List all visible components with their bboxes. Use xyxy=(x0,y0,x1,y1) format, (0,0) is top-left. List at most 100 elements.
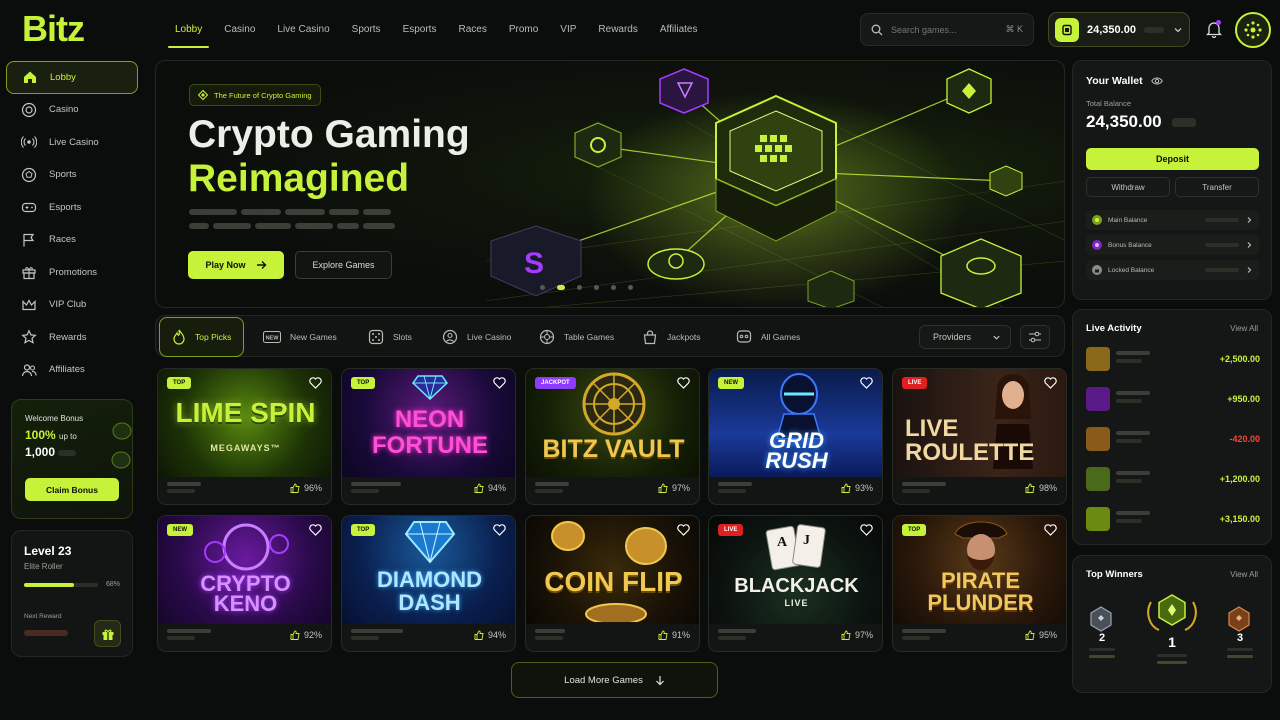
activity-row[interactable]: +2,500.00 xyxy=(1086,346,1260,372)
providers-select[interactable]: Providers xyxy=(919,325,1011,349)
carousel-dot[interactable] xyxy=(611,285,616,290)
header-balance[interactable]: 24,350.00 xyxy=(1048,12,1190,47)
diamond-icon xyxy=(404,521,456,564)
avatar[interactable] xyxy=(1235,12,1271,48)
sidebar-item-races[interactable]: Races xyxy=(6,224,138,257)
heart-icon[interactable] xyxy=(493,377,506,389)
heart-icon[interactable] xyxy=(1044,377,1057,389)
activity-user-blur xyxy=(1116,431,1223,447)
sidebar-item-lobby[interactable]: Lobby xyxy=(6,61,138,94)
bell-icon[interactable] xyxy=(1206,20,1222,38)
winner-rank-1[interactable]: 1 xyxy=(1143,592,1201,664)
heart-icon[interactable] xyxy=(309,377,322,389)
thumbs-up-icon xyxy=(658,483,668,493)
carousel-dot[interactable] xyxy=(628,285,633,290)
game-card-lime-spin[interactable]: LIME SPIN MEGAWAYS™ TOP 96% xyxy=(157,368,332,505)
heart-icon[interactable] xyxy=(677,524,690,536)
bonus-balance-row[interactable]: Bonus Balance xyxy=(1086,235,1259,255)
filter-button[interactable] xyxy=(1020,325,1050,349)
main-balance-row[interactable]: Main Balance xyxy=(1086,210,1259,230)
eye-icon[interactable] xyxy=(1150,76,1163,86)
activity-amount: +3,150.00 xyxy=(1219,514,1260,524)
next-reward-label: Next Reward xyxy=(24,613,62,620)
tab-table-games[interactable]: Table Games xyxy=(539,320,614,354)
topnav-rewards[interactable]: Rewards xyxy=(587,14,648,46)
sidebar-item-live-casino[interactable]: Live Casino xyxy=(6,126,138,159)
sidebar-item-label: Affiliates xyxy=(49,364,85,376)
heart-icon[interactable] xyxy=(677,377,690,389)
game-card-grid-rush[interactable]: GRID RUSH NEW 93% xyxy=(708,368,883,505)
app-logo[interactable]: Bitz xyxy=(22,8,85,50)
chevron-down-icon[interactable] xyxy=(1173,25,1183,35)
topnav-promo[interactable]: Promo xyxy=(498,14,549,46)
sidebar-item-esports[interactable]: Esports xyxy=(6,191,138,224)
heart-icon[interactable] xyxy=(860,524,873,536)
claim-bonus-button[interactable]: Claim Bonus xyxy=(25,478,119,501)
topnav-sports[interactable]: Sports xyxy=(341,14,392,46)
search-box[interactable]: ⌘ K xyxy=(860,13,1034,46)
activity-row[interactable]: +3,150.00 xyxy=(1086,506,1260,532)
tab-all-games[interactable]: All Games xyxy=(736,320,800,354)
search-input[interactable] xyxy=(891,24,998,35)
tab-live-casino[interactable]: Live Casino xyxy=(442,320,511,354)
carousel-dot[interactable] xyxy=(577,285,582,290)
activity-row[interactable]: +950.00 xyxy=(1086,386,1260,412)
carousel-dots[interactable] xyxy=(540,285,633,290)
bonus-amount: 1,000 xyxy=(25,445,119,459)
sidebar-item-affiliates[interactable]: Affiliates xyxy=(6,354,138,387)
tab-new-games[interactable]: NEW New Games xyxy=(263,320,337,354)
activity-row[interactable]: -420.00 xyxy=(1086,426,1260,452)
game-card-blackjack[interactable]: AJ BLACKJACK LIVE LIVE 97% xyxy=(708,515,883,652)
winner-rank-2[interactable]: 2 xyxy=(1089,606,1115,658)
gift-button[interactable] xyxy=(94,620,121,647)
carousel-dot[interactable] xyxy=(557,285,565,290)
topnav-casino[interactable]: Casino xyxy=(213,14,266,46)
heart-icon[interactable] xyxy=(493,524,506,536)
carousel-dot[interactable] xyxy=(594,285,599,290)
carousel-dot[interactable] xyxy=(540,285,545,290)
topnav-affiliates[interactable]: Affiliates xyxy=(649,14,709,46)
game-card-bitz-vault[interactable]: BITZ VAULT JACKPOT 97% xyxy=(525,368,700,505)
game-card-live-roulette[interactable]: LIVE ROULETTE LIVE 98% xyxy=(892,368,1067,505)
transfer-button[interactable]: Transfer xyxy=(1175,177,1259,197)
activity-user-blur xyxy=(1116,391,1221,407)
sidebar-item-casino[interactable]: Casino xyxy=(6,94,138,127)
topnav-vip[interactable]: VIP xyxy=(549,14,587,46)
tab-slots[interactable]: Slots xyxy=(368,320,412,354)
activity-row[interactable]: +1,200.00 xyxy=(1086,466,1260,492)
game-card-coin-flip[interactable]: COIN FLIP 91% xyxy=(525,515,700,652)
play-now-button[interactable]: Play Now xyxy=(188,251,284,279)
arrow-down-icon xyxy=(655,675,664,685)
game-rating: 97% xyxy=(658,483,690,493)
topnav-esports[interactable]: Esports xyxy=(392,14,448,46)
activity-view-all-link[interactable]: View All xyxy=(1230,324,1258,333)
deposit-button[interactable]: Deposit xyxy=(1086,148,1259,170)
level-percent: 68% xyxy=(105,581,120,588)
heart-icon[interactable] xyxy=(860,377,873,389)
game-card-diamond-dash[interactable]: DIAMOND DASH TOP 94% xyxy=(341,515,516,652)
topnav-live-casino[interactable]: Live Casino xyxy=(266,14,340,46)
load-more-button[interactable]: Load More Games xyxy=(511,662,718,698)
locked-balance-row[interactable]: Locked Balance xyxy=(1086,260,1259,280)
topnav-races[interactable]: Races xyxy=(447,14,497,46)
topnav-lobby[interactable]: Lobby xyxy=(164,14,213,48)
withdraw-button[interactable]: Withdraw xyxy=(1086,177,1170,197)
sidebar-item-sports[interactable]: Sports xyxy=(6,159,138,192)
sidebar-item-rewards[interactable]: Rewards xyxy=(6,321,138,354)
game-card-neon-fortune[interactable]: NEON FORTUNE TOP 94% xyxy=(341,368,516,505)
tab-jackpots[interactable]: Jackpots xyxy=(642,320,701,354)
sidebar-item-promotions[interactable]: Promotions xyxy=(6,256,138,289)
tab-top-picks[interactable]: Top Picks xyxy=(159,317,245,357)
sidebar-item-label: Promotions xyxy=(49,266,98,278)
winner-rank-3[interactable]: 3 xyxy=(1227,606,1253,658)
winners-view-all-link[interactable]: View All xyxy=(1230,570,1258,579)
game-card-pirate-plunder[interactable]: PIRATE PLUNDER TOP 95% xyxy=(892,515,1067,652)
roulette-icon xyxy=(539,329,555,345)
heart-icon[interactable] xyxy=(309,524,322,536)
level-title: Level 23 xyxy=(24,544,72,558)
heart-icon[interactable] xyxy=(1044,524,1057,536)
rating-value: 91% xyxy=(671,630,690,640)
explore-games-button[interactable]: Explore Games xyxy=(295,251,392,279)
sidebar-item-vip-club[interactable]: VIP Club xyxy=(6,289,138,322)
game-card-crypto-keno[interactable]: CRYPTO KENO NEW 92% xyxy=(157,515,332,652)
